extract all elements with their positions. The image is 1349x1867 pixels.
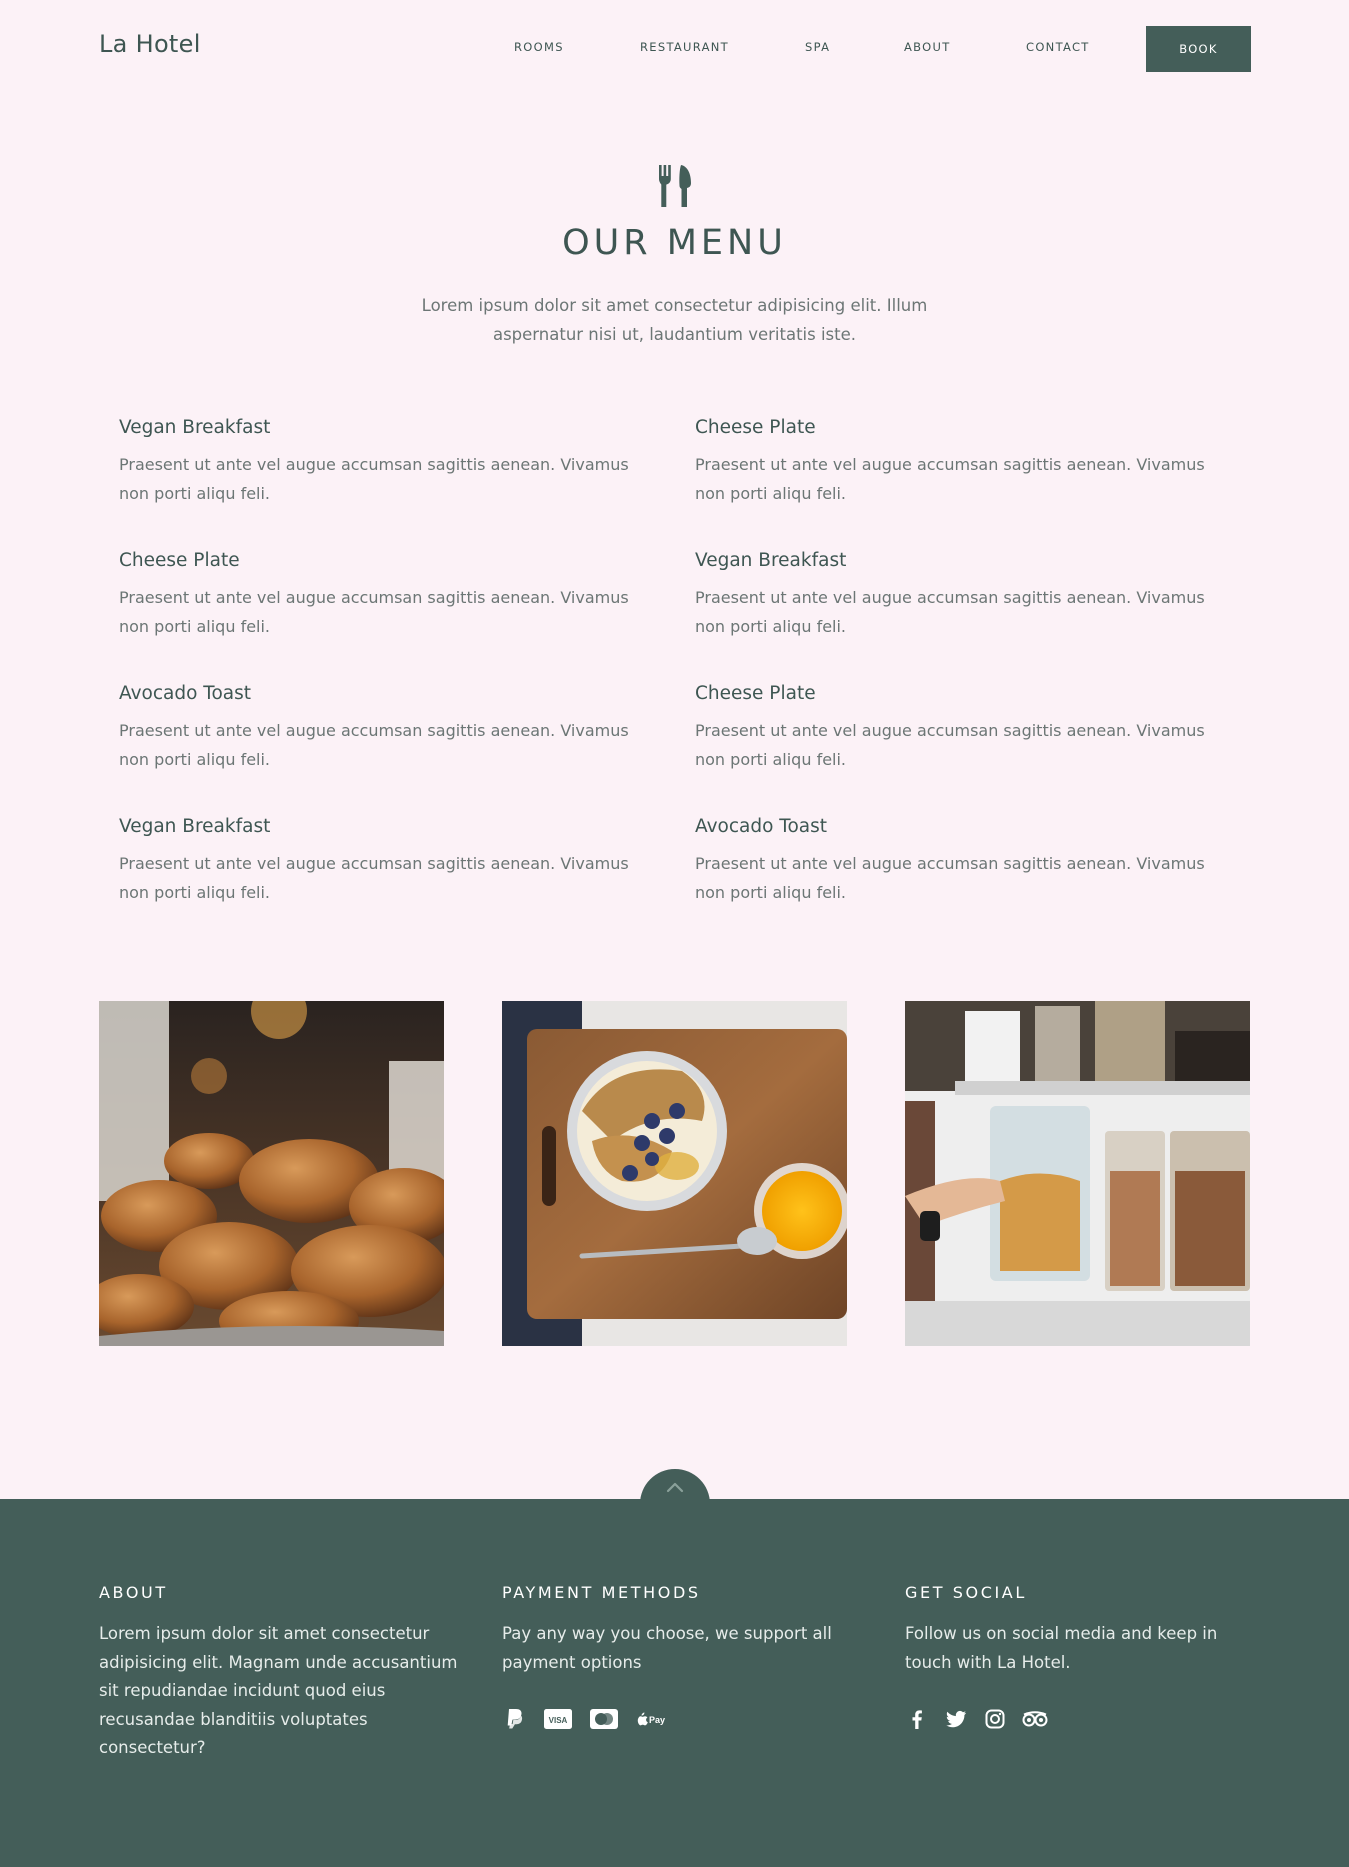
menu-item: Vegan Breakfast Praesent ut ante vel aug… <box>119 417 639 508</box>
footer-about: ABOUT Lorem ipsum dolor sit amet consect… <box>99 1583 459 1763</box>
menu-item-desc: Praesent ut ante vel augue accumsan sagi… <box>119 588 629 636</box>
croissants-photo <box>99 1001 444 1346</box>
menu-item-name: Cheese Plate <box>119 550 240 571</box>
mastercard-icon <box>590 1709 618 1729</box>
menu-item: Cheese Plate Praesent ut ante vel augue … <box>695 683 1215 774</box>
site-footer: ABOUT Lorem ipsum dolor sit amet consect… <box>0 1499 1349 1867</box>
footer-payment: PAYMENT METHODS Pay any way you choose, … <box>502 1583 862 1731</box>
nav-rooms[interactable]: ROOMS <box>514 40 564 54</box>
menu-item: Cheese Plate Praesent ut ante vel augue … <box>695 417 1215 508</box>
site-header: La Hotel ROOMS RESTAURANT SPA ABOUT CONT… <box>0 0 1349 96</box>
menu-item-desc: Praesent ut ante vel augue accumsan sagi… <box>695 455 1205 503</box>
nav-spa[interactable]: SPA <box>805 40 830 54</box>
menu-item: Avocado Toast Praesent ut ante vel augue… <box>695 816 1215 907</box>
twitter-icon[interactable] <box>943 1707 969 1731</box>
visa-icon: VISA <box>544 1709 572 1729</box>
menu-item-name: Avocado Toast <box>695 816 827 837</box>
logo[interactable]: La Hotel <box>99 30 201 58</box>
paypal-icon <box>502 1707 526 1731</box>
footer-about-heading: ABOUT <box>99 1583 168 1602</box>
menu-item-desc: Praesent ut ante vel augue accumsan sagi… <box>119 854 629 902</box>
nav-restaurant[interactable]: RESTAURANT <box>640 40 729 54</box>
menu-item-name: Vegan Breakfast <box>119 417 271 438</box>
nav-contact[interactable]: CONTACT <box>1026 40 1090 54</box>
instagram-icon[interactable] <box>983 1707 1007 1731</box>
footer-social: GET SOCIAL Follow us on social media and… <box>905 1583 1265 1731</box>
book-button[interactable]: BOOK <box>1146 26 1251 72</box>
menu-item-desc: Praesent ut ante vel augue accumsan sagi… <box>119 721 629 769</box>
footer-social-heading: GET SOCIAL <box>905 1583 1027 1602</box>
menu-item: Cheese Plate Praesent ut ante vel augue … <box>119 550 639 641</box>
social-icons <box>905 1707 1265 1731</box>
apple-pay-label: Pay <box>649 1715 665 1725</box>
menu-item-desc: Praesent ut ante vel augue accumsan sagi… <box>695 721 1205 769</box>
menu-item-name: Vegan Breakfast <box>119 816 271 837</box>
footer-payment-text: Pay any way you choose, we support all p… <box>502 1624 832 1672</box>
footer-payment-heading: PAYMENT METHODS <box>502 1583 701 1602</box>
menu-item-desc: Praesent ut ante vel augue accumsan sagi… <box>119 455 629 503</box>
footer-social-text: Follow us on social media and keep in to… <box>905 1624 1218 1672</box>
facebook-icon[interactable] <box>905 1707 929 1731</box>
pantry-jars-photo <box>905 1001 1250 1346</box>
footer-about-text: Lorem ipsum dolor sit amet consectetur a… <box>99 1624 458 1757</box>
menu-item-name: Cheese Plate <box>695 683 816 704</box>
apple-pay-icon: Pay <box>636 1709 670 1729</box>
tripadvisor-icon[interactable] <box>1021 1707 1049 1731</box>
menu-item-desc: Praesent ut ante vel augue accumsan sagi… <box>695 588 1205 636</box>
menu-item-name: Avocado Toast <box>119 683 251 704</box>
menu-title: OUR MENU <box>562 223 787 263</box>
menu-item: Vegan Breakfast Praesent ut ante vel aug… <box>695 550 1215 641</box>
menu-intro: Lorem ipsum dolor sit amet consectetur a… <box>421 296 928 344</box>
menu-item-desc: Praesent ut ante vel augue accumsan sagi… <box>695 854 1205 902</box>
menu-item: Avocado Toast Praesent ut ante vel augue… <box>119 683 639 774</box>
payment-icons: VISA Pay <box>502 1707 862 1731</box>
menu-item: Vegan Breakfast Praesent ut ante vel aug… <box>119 816 639 907</box>
visa-label: VISA <box>549 1716 568 1725</box>
utensils-icon <box>659 165 691 207</box>
menu-item-name: Cheese Plate <box>695 417 816 438</box>
nav-about[interactable]: ABOUT <box>904 40 951 54</box>
menu-item-name: Vegan Breakfast <box>695 550 847 571</box>
breakfast-bowl-photo <box>502 1001 847 1346</box>
